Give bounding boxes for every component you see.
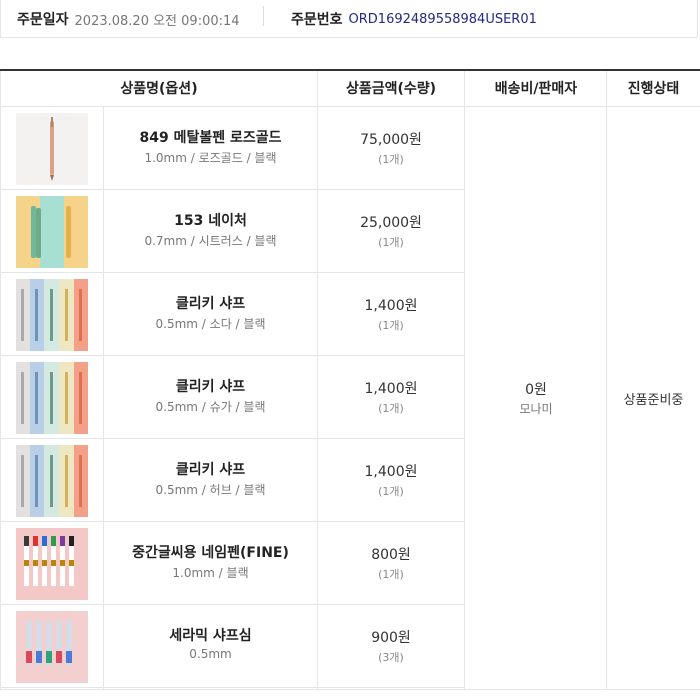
product-quantity: (1개) <box>378 319 404 332</box>
divider <box>263 6 264 26</box>
seller-name[interactable]: 모나미 <box>465 400 607 417</box>
product-name[interactable]: 클리키 샤프 <box>104 376 317 396</box>
product-option: 0.7mm / 시트러스 / 블랙 <box>144 234 277 248</box>
product-name[interactable]: 클리키 샤프 <box>104 293 317 313</box>
product-quantity: (1개) <box>378 568 404 581</box>
clicky-pencil-icon[interactable] <box>16 362 88 434</box>
clicky-pencil-icon[interactable] <box>16 445 88 517</box>
order-date-label: 주문일자 <box>17 12 69 28</box>
product-quantity: (1개) <box>378 485 404 498</box>
order-date-value: 2023.08.20 오전 09:00:14 <box>74 13 240 29</box>
header-product: 상품명(옵션) <box>120 81 198 97</box>
product-option: 0.5mm / 슈가 / 블랙 <box>155 400 266 414</box>
name-pen-icon[interactable] <box>16 528 88 600</box>
product-option: 1.0mm / 로즈골드 / 블랙 <box>144 151 277 165</box>
product-name[interactable]: 중간글씨용 네임펜(FINE) <box>104 542 317 562</box>
table-row: 클리키 샤프 0.5mm / 소다 / 블랙 1,400원 (1개) <box>0 273 465 356</box>
table-row: 153 네이처 0.7mm / 시트러스 / 블랙 25,000원 (1개) <box>0 190 465 273</box>
order-number-value[interactable]: ORD1692489558984USER01 <box>349 12 537 27</box>
table-border-bottom <box>0 689 700 690</box>
product-price: 900원 <box>371 630 411 646</box>
product-option: 1.0mm / 블랙 <box>172 566 249 580</box>
order-info-bar: 주문일자 2023.08.20 오전 09:00:14 주문번호 ORD1692… <box>0 0 698 38</box>
product-price: 1,400원 <box>364 381 418 397</box>
shipping-fee: 0원 <box>525 382 547 398</box>
product-name[interactable]: 세라믹 샤프심 <box>104 625 317 645</box>
product-price: 800원 <box>371 547 411 563</box>
header-status: 진행상태 <box>627 81 680 97</box>
clicky-pencil-icon[interactable] <box>16 279 88 351</box>
product-option: 0.5mm <box>189 647 232 661</box>
order-status: 상품준비중 <box>623 393 684 408</box>
order-date: 주문일자 2023.08.20 오전 09:00:14 <box>17 9 240 29</box>
product-quantity: (1개) <box>378 153 404 166</box>
order-number: 주문번호 ORD1692489558984USER01 <box>291 9 537 29</box>
lead-refill-icon[interactable] <box>16 611 88 683</box>
product-name[interactable]: 153 네이처 <box>104 210 317 230</box>
table-row: 클리키 샤프 0.5mm / 슈가 / 블랙 1,400원 (1개) <box>0 356 465 439</box>
product-option: 0.5mm / 소다 / 블랙 <box>155 317 266 331</box>
header-shipping: 배송비/판매자 <box>494 81 578 97</box>
product-price: 1,400원 <box>364 298 418 314</box>
product-price: 75,000원 <box>360 132 422 148</box>
rose-gold-pen-icon[interactable] <box>16 113 88 185</box>
table-header: 상품명(옵션) 상품금액(수량) 배송비/판매자 진행상태 <box>0 71 700 107</box>
table-row: 849 메탈볼펜 로즈골드 1.0mm / 로즈골드 / 블랙 75,000원 (1개… <box>0 107 465 190</box>
product-price: 25,000원 <box>360 215 422 231</box>
product-quantity: (1개) <box>378 236 404 249</box>
product-quantity: (1개) <box>378 402 404 415</box>
product-name[interactable]: 클리키 샤프 <box>104 459 317 479</box>
product-quantity: (3개) <box>378 651 404 664</box>
product-name[interactable]: 849 메탈볼펜 로즈골드 <box>104 127 317 147</box>
table-row: 세라믹 샤프심 0.5mm 900원 (3개) <box>0 605 465 688</box>
product-option: 0.5mm / 허브 / 블랙 <box>155 483 266 497</box>
product-price: 1,400원 <box>364 464 418 480</box>
header-price: 상품금액(수량) <box>345 81 437 97</box>
table-row: 중간글씨용 네임펜(FINE) 1.0mm / 블랙 800원 (1개) <box>0 522 465 605</box>
table-row: 클리키 샤프 0.5mm / 허브 / 블랙 1,400원 (1개) <box>0 439 465 522</box>
nature-pens-icon[interactable] <box>16 196 88 268</box>
order-number-label: 주문번호 <box>291 12 343 28</box>
